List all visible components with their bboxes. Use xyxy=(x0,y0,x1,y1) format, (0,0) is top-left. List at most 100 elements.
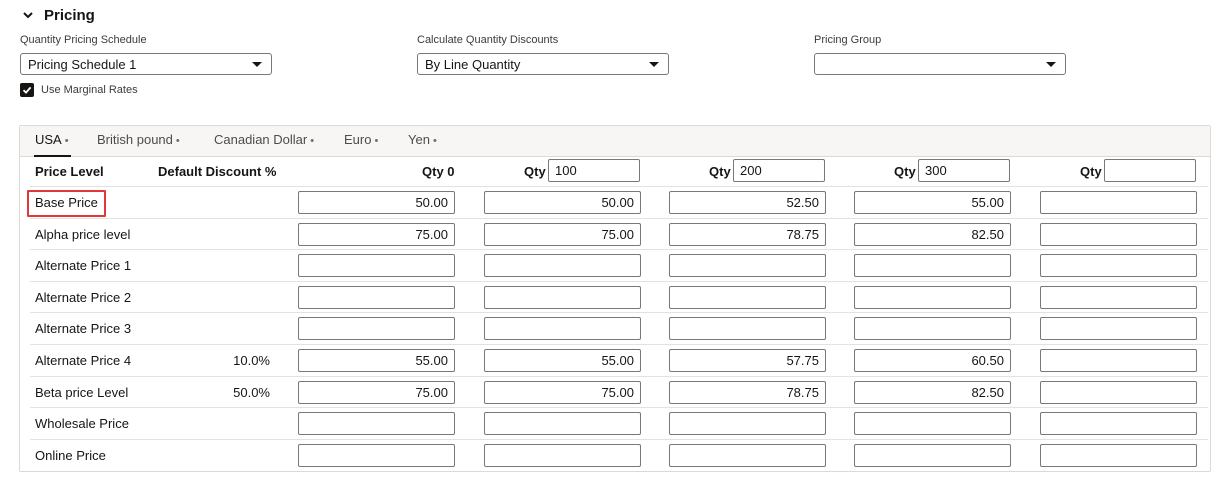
dropdown-caret-icon xyxy=(1046,62,1056,67)
price-input[interactable] xyxy=(298,317,455,341)
tab-label: British pound xyxy=(97,132,173,147)
price-level-label: Alternate Price 3 xyxy=(35,321,132,337)
price-input[interactable]: 57.75 xyxy=(669,349,826,372)
price-input[interactable]: 78.75 xyxy=(669,380,826,404)
tab-yen[interactable]: Yen • xyxy=(408,132,437,157)
qty-break-input[interactable] xyxy=(1104,159,1196,182)
price-input[interactable]: 75.00 xyxy=(484,380,641,404)
tab-marker: • xyxy=(310,135,315,147)
default-discount-value: 50.0% xyxy=(233,384,270,400)
tab-marker: • xyxy=(64,135,69,147)
price-input[interactable] xyxy=(669,254,826,278)
price-level-label: Alternate Price 4 xyxy=(35,353,132,368)
price-level-header: Price Level xyxy=(35,164,104,179)
price-input[interactable] xyxy=(484,443,641,467)
tab-marker: • xyxy=(432,135,437,147)
pricing-group-field: Pricing Group xyxy=(814,34,1066,75)
qty-header-label: Qty xyxy=(1080,164,1102,179)
price-input[interactable]: 50.00 xyxy=(298,191,455,214)
price-input[interactable] xyxy=(1040,317,1197,341)
price-input[interactable]: 82.50 xyxy=(854,222,1011,246)
price-input[interactable]: 55.00 xyxy=(854,191,1011,214)
price-input[interactable] xyxy=(1040,222,1197,246)
qty-header-label: Qty xyxy=(524,164,546,179)
price-input[interactable] xyxy=(298,285,455,309)
price-input[interactable] xyxy=(854,285,1011,309)
dropdown-caret-icon xyxy=(252,62,262,67)
quantity-pricing-schedule-select[interactable]: Pricing Schedule 1 xyxy=(20,53,272,75)
price-input[interactable]: 75.00 xyxy=(298,380,455,404)
use-marginal-rates-checkbox[interactable] xyxy=(20,83,34,97)
pricing-matrix-panel: USA • British pound • Canadian Dollar • Eur… xyxy=(19,125,1211,472)
price-input[interactable] xyxy=(1040,285,1197,309)
price-input[interactable] xyxy=(298,443,455,467)
pricing-group-label: Pricing Group xyxy=(814,34,882,46)
qty-header-label: Qty xyxy=(894,164,916,179)
tab-label: Yen xyxy=(408,132,430,147)
price-input[interactable] xyxy=(1040,380,1197,404)
price-input[interactable] xyxy=(484,285,641,309)
price-input[interactable]: 50.00 xyxy=(484,191,641,214)
price-input[interactable]: 55.00 xyxy=(298,349,455,372)
price-input[interactable] xyxy=(1040,349,1197,372)
price-input[interactable] xyxy=(1040,443,1197,467)
tab-marker: • xyxy=(175,135,180,147)
price-input[interactable] xyxy=(854,443,1011,467)
tab-label: Euro xyxy=(344,132,372,147)
price-input[interactable] xyxy=(854,317,1011,341)
price-input[interactable]: 78.75 xyxy=(669,222,826,246)
price-input[interactable] xyxy=(484,412,641,436)
calculate-quantity-discounts-field: Calculate Quantity Discounts By Line Qua… xyxy=(417,34,669,75)
tab-canadian-dollar[interactable]: Canadian Dollar • xyxy=(214,132,314,157)
chevron-down-icon[interactable] xyxy=(22,9,34,21)
price-input[interactable] xyxy=(1040,412,1197,436)
tab-euro[interactable]: Euro • xyxy=(344,132,378,157)
section-title: Pricing xyxy=(44,6,95,24)
qty-header-label: Qty xyxy=(709,164,731,179)
price-input[interactable] xyxy=(298,254,455,278)
price-input[interactable] xyxy=(298,412,455,436)
qty-break-input[interactable]: 100 xyxy=(548,159,640,182)
qty0-header: Qty 0 xyxy=(422,164,455,179)
quantity-pricing-schedule-label: Quantity Pricing Schedule xyxy=(20,34,147,46)
price-level-label: Alternate Price 2 xyxy=(35,289,132,305)
currency-tabs: USA • British pound • Canadian Dollar • Eur… xyxy=(20,126,1210,157)
price-input[interactable]: 82.50 xyxy=(854,380,1011,404)
price-level-label: Alpha price level xyxy=(35,226,131,242)
price-input[interactable] xyxy=(1040,191,1197,214)
quantity-pricing-schedule-field: Quantity Pricing Schedule Pricing Schedu… xyxy=(20,34,272,75)
dropdown-caret-icon xyxy=(649,62,659,67)
qty-break-input[interactable]: 300 xyxy=(918,159,1010,182)
price-input[interactable]: 75.00 xyxy=(484,222,641,246)
price-input[interactable] xyxy=(669,317,826,341)
price-input[interactable]: 55.00 xyxy=(484,349,641,372)
tab-usa[interactable]: USA • xyxy=(34,132,71,157)
price-input[interactable] xyxy=(669,412,826,436)
price-input[interactable] xyxy=(669,285,826,309)
qty-break-input[interactable]: 200 xyxy=(733,159,825,182)
use-marginal-rates-label: Use Marginal Rates xyxy=(41,84,138,96)
pricing-section-header[interactable]: Pricing xyxy=(22,6,95,24)
tab-label: USA xyxy=(35,132,62,147)
price-level-label: Alternate Price 1 xyxy=(35,258,132,274)
pricing-group-select[interactable] xyxy=(814,53,1066,75)
price-level-label: Wholesale Price xyxy=(35,416,129,432)
price-input[interactable] xyxy=(1040,254,1197,278)
default-discount-value: 10.0% xyxy=(233,353,270,368)
price-input[interactable]: 52.50 xyxy=(669,191,826,214)
price-input[interactable] xyxy=(669,443,826,467)
calculate-quantity-discounts-label: Calculate Quantity Discounts xyxy=(417,34,559,46)
price-level-label: Base Price xyxy=(35,195,98,210)
price-level-label: Beta price Level xyxy=(35,384,129,400)
select-value: By Line Quantity xyxy=(425,56,521,72)
price-input[interactable] xyxy=(484,254,641,278)
calculate-quantity-discounts-select[interactable]: By Line Quantity xyxy=(417,53,669,75)
price-level-label: Online Price xyxy=(35,447,106,463)
select-value: Pricing Schedule 1 xyxy=(28,56,137,72)
price-input[interactable]: 60.50 xyxy=(854,349,1011,372)
price-input[interactable] xyxy=(484,317,641,341)
tab-british-pound[interactable]: British pound • xyxy=(97,132,180,157)
price-input[interactable] xyxy=(854,254,1011,278)
price-input[interactable] xyxy=(854,412,1011,436)
price-input[interactable]: 75.00 xyxy=(298,222,455,246)
